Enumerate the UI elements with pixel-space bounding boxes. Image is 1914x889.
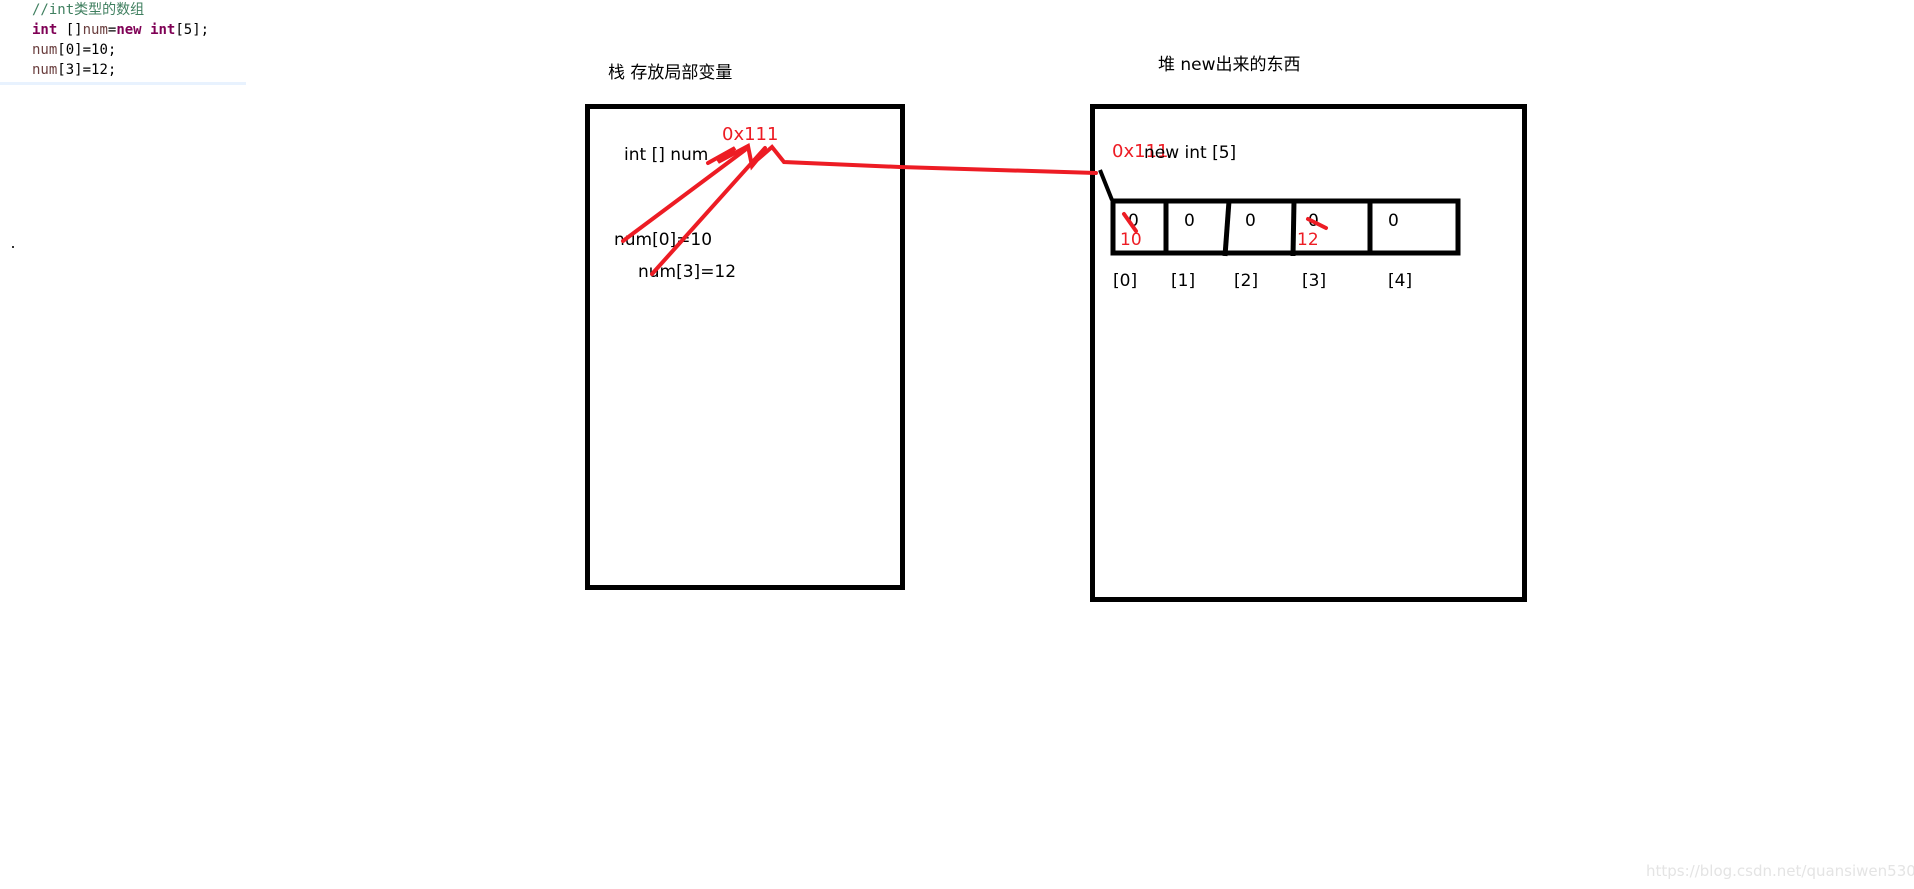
array-divider (1222, 200, 1232, 257)
assign-0-line (621, 148, 747, 243)
assign-3-line (650, 146, 767, 276)
strike-cell-3 (1306, 217, 1328, 230)
array-grid (1110, 198, 1461, 257)
watermark: https://blog.csdn.net/quansiwen5307 (1646, 862, 1914, 880)
reference-arrow (706, 142, 1098, 175)
annotation-strokes (621, 142, 1461, 276)
strike-cell-0 (1122, 212, 1138, 233)
pointer-stub (1098, 169, 1114, 201)
array-divider (1290, 200, 1297, 257)
